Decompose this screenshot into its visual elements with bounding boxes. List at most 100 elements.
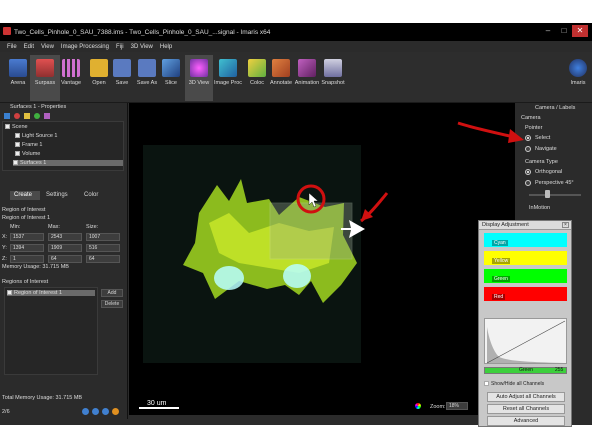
show-hide-row[interactable]: Show/Hide all Channels — [484, 381, 544, 387]
tree-item-scene[interactable]: Scene — [5, 124, 28, 130]
snapshot-button[interactable]: Snapshot — [318, 55, 348, 101]
help-icon[interactable] — [102, 408, 109, 415]
camera-icon — [324, 59, 342, 77]
add-cells-icon[interactable] — [34, 113, 40, 119]
close-icon[interactable]: ✕ — [572, 25, 588, 37]
checkbox-icon[interactable] — [15, 142, 20, 148]
tree-item-light-source[interactable]: Light Source 1 — [15, 133, 57, 139]
checkbox-icon[interactable] — [15, 151, 20, 157]
image-proc-button[interactable]: Image Proc — [212, 55, 244, 101]
channel-green[interactable]: Green — [484, 269, 567, 283]
y-max-field[interactable]: 1909 — [48, 244, 82, 252]
tab-color[interactable]: Color — [84, 191, 98, 200]
slider-thumb[interactable] — [545, 190, 550, 198]
channel-red[interactable]: Red — [484, 287, 567, 301]
vantage-icon — [62, 59, 80, 77]
radio-selected-icon[interactable] — [525, 169, 531, 175]
y-min-field[interactable]: 1394 — [10, 244, 44, 252]
perspective-radio[interactable]: Perspective 45° — [525, 180, 574, 186]
z-max-field[interactable]: 64 — [48, 255, 82, 263]
tree-item-surfaces-selected[interactable]: Surfaces 1 — [13, 160, 123, 166]
zoom-select[interactable]: 18% — [446, 402, 468, 410]
tab-create[interactable]: Create — [10, 191, 40, 200]
checkbox-icon[interactable] — [13, 160, 18, 166]
page-indicator: 2/6 — [2, 409, 10, 415]
menu-image-processing[interactable]: Image Processing — [61, 44, 109, 50]
display-title: Display Adjustment — [482, 222, 529, 228]
tree-item-frame[interactable]: Frame 1 — [15, 142, 42, 148]
roi-subtitle: Region of Interest 1 — [2, 215, 51, 221]
imaris-icon — [569, 59, 587, 77]
auto-adjust-button[interactable]: Auto Adjust all Channels — [487, 392, 565, 402]
memory-usage: Memory Usage: 31.715 MB — [2, 264, 69, 270]
minimize-icon[interactable]: – — [540, 25, 556, 37]
regions-list: Region of Interest 1 — [4, 287, 98, 375]
imaris-logo: Imaris — [564, 55, 592, 101]
surpass-button[interactable]: Surpass — [30, 55, 60, 101]
tree-item-volume[interactable]: Volume — [15, 151, 40, 157]
surpass-icon — [36, 59, 54, 77]
menu-fiji[interactable]: Fiji — [116, 44, 124, 50]
reset-channels-button[interactable]: Reset all Channels — [487, 404, 565, 414]
axis-y-label: Y: — [2, 245, 7, 251]
coloc-icon — [248, 59, 266, 77]
channel-cyan[interactable]: Cyan — [484, 233, 567, 247]
title-bar: Two_Cells_Pinhole_0_SAU_7388.ims - Two_C… — [0, 23, 592, 41]
menu-view[interactable]: View — [41, 44, 54, 50]
region-list-item[interactable]: Region of Interest 1 — [7, 290, 95, 296]
tab-settings[interactable]: Settings — [46, 191, 68, 200]
z-min-field[interactable]: 1 — [10, 255, 44, 263]
3d-view-button[interactable]: 3D View — [185, 55, 213, 101]
y-size-field[interactable]: 516 — [86, 244, 120, 252]
checkbox-checked-icon[interactable] — [484, 381, 489, 387]
add-filaments-icon[interactable] — [24, 113, 30, 119]
arena-button[interactable]: Arena — [4, 55, 32, 101]
menu-edit[interactable]: Edit — [24, 44, 34, 50]
orthogonal-radio[interactable]: Orthogonal — [525, 169, 562, 175]
next-icon[interactable] — [92, 408, 99, 415]
channel-range-bar[interactable]: Green 255 — [484, 367, 567, 374]
menu-bar: File Edit View Image Processing Fiji 3D … — [0, 41, 592, 52]
maximize-icon[interactable]: □ — [556, 25, 572, 37]
histogram[interactable] — [484, 318, 567, 364]
radio-icon[interactable] — [525, 180, 531, 186]
scale-bar-label: 30 um — [147, 400, 167, 407]
prev-icon[interactable] — [82, 408, 89, 415]
color-wheel-icon[interactable] — [415, 403, 421, 409]
add-button[interactable]: Add — [101, 289, 123, 297]
checkbox-icon[interactable] — [5, 124, 10, 130]
z-size-field[interactable]: 64 — [86, 255, 120, 263]
add-group-icon[interactable] — [44, 113, 50, 119]
close-icon[interactable]: × — [562, 222, 569, 228]
camera-header: Camera / Labels — [535, 105, 576, 111]
channel-yellow[interactable]: Yellow — [484, 251, 567, 265]
x-min-field[interactable]: 1537 — [10, 233, 44, 241]
perspective-slider[interactable] — [529, 194, 581, 196]
display-adjustment-window: Display Adjustment × Cyan Yellow Green R… — [478, 220, 572, 427]
menu-help[interactable]: Help — [160, 44, 172, 50]
disk-icon — [113, 59, 131, 77]
advanced-button[interactable]: Advanced — [487, 416, 565, 426]
menu-file[interactable]: File — [7, 44, 17, 50]
axis-z-label: Z: — [2, 256, 7, 262]
window-title: Two_Cells_Pinhole_0_SAU_7388.ims - Two_C… — [14, 28, 271, 36]
annotate-icon — [272, 59, 290, 77]
delete-button[interactable]: Delete — [101, 300, 123, 308]
nucleus-right — [283, 264, 311, 288]
vantage-button[interactable]: Vantage — [57, 55, 85, 101]
tab-bar: Create Settings Color — [2, 191, 126, 200]
zoom-label: Zoom: — [430, 404, 446, 410]
save-button[interactable]: Save — [108, 55, 136, 101]
menu-3d-view[interactable]: 3D View — [131, 44, 153, 50]
x-max-field[interactable]: 2543 — [48, 233, 82, 241]
favorite-icon[interactable] — [112, 408, 119, 415]
checkbox-icon[interactable] — [7, 290, 12, 296]
3d-view-icon — [190, 59, 208, 77]
add-surfaces-icon[interactable] — [4, 113, 10, 119]
inmotion-label[interactable]: InMotion — [529, 205, 550, 211]
checkbox-icon[interactable] — [15, 133, 20, 139]
x-size-field[interactable]: 1007 — [86, 233, 120, 241]
nucleus-left — [214, 266, 244, 290]
slice-button[interactable]: Slice — [157, 55, 185, 101]
add-spots-icon[interactable] — [14, 113, 20, 119]
